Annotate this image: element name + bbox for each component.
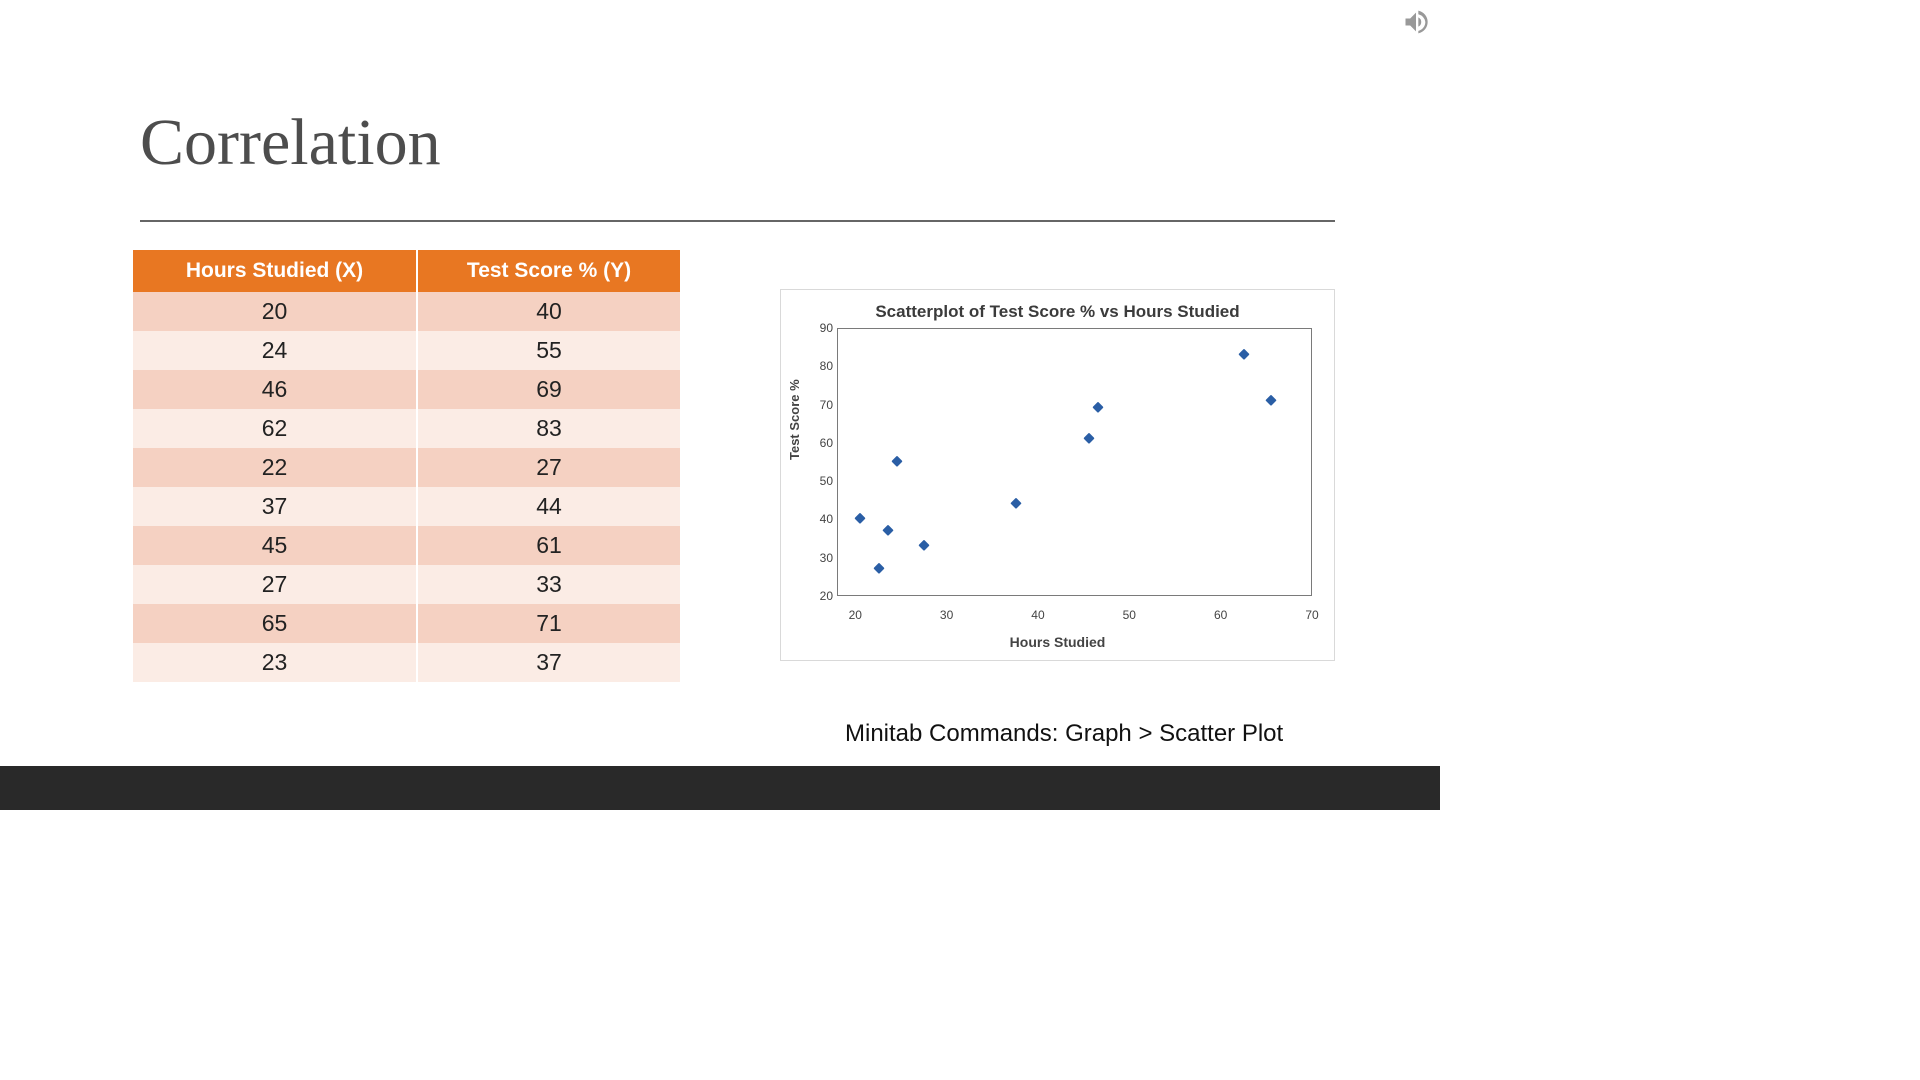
table-cell: 37 (417, 643, 680, 682)
x-tick: 50 (1123, 608, 1136, 622)
table-cell: 69 (417, 370, 680, 409)
table-cell: 62 (133, 409, 417, 448)
data-point (1238, 348, 1249, 359)
speaker-icon (1402, 8, 1430, 36)
table-cell: 71 (417, 604, 680, 643)
table-row: 2337 (133, 643, 680, 682)
table-row: 2040 (133, 292, 680, 331)
command-caption: Minitab Commands: Graph > Scatter Plot (845, 720, 1283, 748)
data-point (1083, 433, 1094, 444)
table-cell: 40 (417, 292, 680, 331)
data-point (882, 525, 893, 536)
y-tick: 30 (807, 551, 833, 565)
table-cell: 65 (133, 604, 417, 643)
col-header-y: Test Score % (Y) (417, 250, 680, 292)
x-axis-label: Hours Studied (781, 634, 1334, 650)
x-tick: 30 (940, 608, 953, 622)
table-cell: 22 (133, 448, 417, 487)
y-tick: 70 (807, 398, 833, 412)
table-cell: 46 (133, 370, 417, 409)
table-cell: 55 (417, 331, 680, 370)
slide-title: Correlation (140, 105, 441, 181)
y-tick: 40 (807, 512, 833, 526)
table-cell: 44 (417, 487, 680, 526)
y-tick: 90 (807, 321, 833, 335)
data-point (873, 563, 884, 574)
slide: Correlation Hours Studied (X) Test Score… (0, 0, 1440, 810)
y-tick: 50 (807, 474, 833, 488)
table-cell: 27 (133, 565, 417, 604)
data-point (919, 540, 930, 551)
table-cell: 27 (417, 448, 680, 487)
scatter-chart: Scatterplot of Test Score % vs Hours Stu… (780, 289, 1335, 661)
table-cell: 33 (417, 565, 680, 604)
table-row: 4561 (133, 526, 680, 565)
table-header-row: Hours Studied (X) Test Score % (Y) (133, 250, 680, 292)
table-row: 6571 (133, 604, 680, 643)
table-row: 2733 (133, 565, 680, 604)
table-cell: 20 (133, 292, 417, 331)
x-tick: 40 (1031, 608, 1044, 622)
table-cell: 24 (133, 331, 417, 370)
slide-footer-bar (0, 766, 1440, 810)
table-row: 6283 (133, 409, 680, 448)
y-tick: 20 (807, 589, 833, 603)
data-point (1092, 402, 1103, 413)
y-axis-label: Test Score % (787, 379, 802, 460)
table-cell: 61 (417, 526, 680, 565)
table-row: 2227 (133, 448, 680, 487)
y-tick: 80 (807, 359, 833, 373)
table-row: 3744 (133, 487, 680, 526)
title-rule (140, 220, 1335, 222)
data-table: Hours Studied (X) Test Score % (Y) 20402… (133, 250, 680, 682)
table-cell: 45 (133, 526, 417, 565)
table-cell: 23 (133, 643, 417, 682)
y-tick: 60 (807, 436, 833, 450)
plot-area (837, 328, 1312, 596)
data-point (891, 456, 902, 467)
table-row: 4669 (133, 370, 680, 409)
table-cell: 37 (133, 487, 417, 526)
chart-title: Scatterplot of Test Score % vs Hours Stu… (781, 290, 1334, 322)
data-point (1010, 498, 1021, 509)
col-header-x: Hours Studied (X) (133, 250, 417, 292)
data-point (1266, 394, 1277, 405)
x-tick: 60 (1214, 608, 1227, 622)
data-point (855, 513, 866, 524)
table-cell: 83 (417, 409, 680, 448)
x-tick: 70 (1305, 608, 1318, 622)
x-tick: 20 (849, 608, 862, 622)
table-row: 2455 (133, 331, 680, 370)
